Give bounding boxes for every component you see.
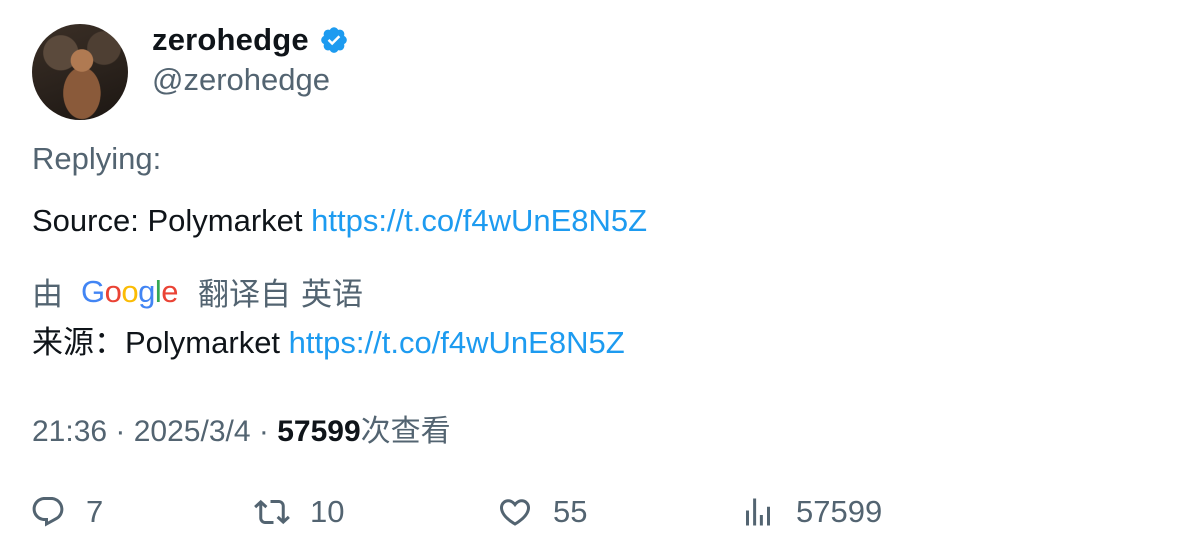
- tweet-text: Source: Polymarket https://t.co/f4wUnE8N…: [32, 203, 647, 239]
- google-logo-letter: o: [104, 273, 122, 309]
- translated-link[interactable]: https://t.co/f4wUnE8N5Z: [289, 325, 625, 360]
- avatar[interactable]: [32, 24, 128, 120]
- author-handle[interactable]: @zerohedge: [152, 62, 330, 98]
- tweet-link[interactable]: https://t.co/f4wUnE8N5Z: [311, 203, 647, 238]
- retweet-count: 10: [310, 494, 345, 529]
- author-name-row: zerohedge: [152, 22, 349, 58]
- tweet-text-prefix: Source: Polymarket: [32, 203, 312, 238]
- views-action-count: 57599: [796, 494, 883, 529]
- translated-tweet-text: 来源：Polymarket https://t.co/f4wUnE8N5Z: [32, 317, 625, 362]
- google-logo[interactable]: Google: [81, 273, 179, 310]
- reply-count: 7: [86, 494, 104, 529]
- retweet-button[interactable]: 10: [254, 494, 344, 530]
- google-logo-letter: o: [121, 273, 139, 309]
- translated-from-label: 翻译自: [198, 277, 292, 312]
- meta-separator: ·: [107, 415, 134, 448]
- tweet-meta: 21:36 · 2025/3/4 · 57599次查看: [32, 406, 451, 450]
- heart-icon: [499, 499, 531, 526]
- retweet-icon: [254, 499, 290, 525]
- reply-button[interactable]: 7: [30, 494, 103, 530]
- views-button[interactable]: 57599: [740, 494, 882, 530]
- translated-text-prefix: 来源：Polymarket: [32, 325, 289, 360]
- display-name[interactable]: zerohedge: [152, 22, 309, 58]
- translation-attribution: 由 Google 翻译自 英语: [32, 269, 363, 314]
- google-logo-letter: g: [138, 273, 155, 309]
- like-count: 55: [553, 494, 588, 529]
- google-logo-letter: e: [161, 273, 179, 309]
- tweet-date[interactable]: 2025/3/4: [134, 415, 251, 448]
- like-button[interactable]: 55: [497, 494, 587, 530]
- replying-label: Replying:: [32, 141, 162, 176]
- source-language: 英语: [301, 277, 364, 312]
- tweet-time[interactable]: 21:36: [32, 415, 107, 448]
- verified-badge-icon: [321, 27, 347, 53]
- google-logo-letter: G: [81, 273, 105, 309]
- reply-icon: [32, 497, 64, 527]
- views-label: 次查看: [360, 415, 451, 448]
- views-count: 57599: [277, 415, 361, 448]
- analytics-icon: [746, 498, 770, 526]
- translation-by-label: 由: [32, 277, 63, 312]
- meta-separator: ·: [250, 415, 278, 448]
